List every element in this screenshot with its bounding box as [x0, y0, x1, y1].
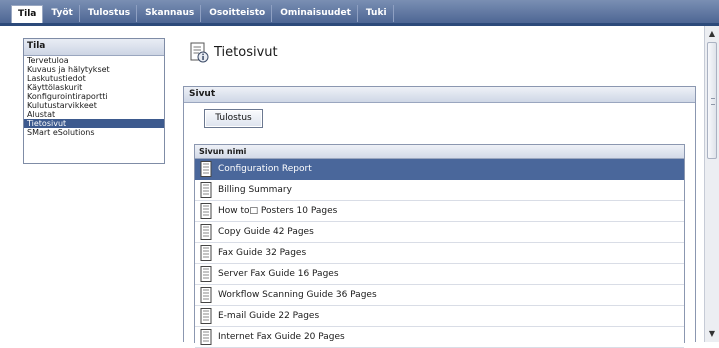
- sidebar-item-tietosivut[interactable]: Tietosivut: [24, 119, 164, 128]
- sidebar-item-laskutustiedot[interactable]: Laskutustiedot: [24, 74, 164, 83]
- tab-list: Tila Työt Tulostus Skannaus Osoitteisto …: [11, 5, 396, 26]
- vertical-scrollbar[interactable]: ▲ ▼: [704, 26, 719, 342]
- section-title: Sivut: [184, 87, 695, 103]
- document-icon: [200, 203, 212, 222]
- tab-tuki[interactable]: Tuki: [360, 5, 394, 22]
- document-icon: [200, 308, 212, 327]
- page-title: Tietosivut: [214, 45, 278, 60]
- table-row[interactable]: Billing Summary: [195, 180, 684, 201]
- sidebar-item-kulutustarvikkeet[interactable]: Kulutustarvikkeet: [24, 101, 164, 110]
- sidebar: Tila Tervetuloa Kuvaus ja hälytykset Las…: [23, 38, 165, 164]
- scroll-up-icon[interactable]: ▲: [706, 28, 718, 40]
- sidebar-item-alustat[interactable]: Alustat: [24, 110, 164, 119]
- table-row[interactable]: Internet Fax Guide 20 Pages: [195, 327, 684, 348]
- sidebar-list: Tervetuloa Kuvaus ja hälytykset Laskutus…: [24, 56, 164, 137]
- document-icon: [200, 224, 212, 243]
- row-label: Server Fax Guide 16 Pages: [218, 269, 339, 279]
- tab-tila[interactable]: Tila: [11, 5, 44, 23]
- document-icon: [200, 287, 212, 306]
- sidebar-item-smart-esolutions[interactable]: SMart eSolutions: [24, 128, 164, 137]
- pages-table: Sivun nimi Configuration Report Billing S…: [194, 144, 685, 348]
- sidebar-item-kayttolaskurit[interactable]: Käyttölaskurit: [24, 83, 164, 92]
- document-icon: [200, 245, 212, 264]
- tab-skannaus[interactable]: Skannaus: [139, 5, 202, 22]
- tab-tulostus[interactable]: Tulostus: [82, 5, 138, 22]
- table-row[interactable]: Fax Guide 32 Pages: [195, 243, 684, 264]
- row-label: How to□ Posters 10 Pages: [218, 206, 338, 216]
- row-label: Internet Fax Guide 20 Pages: [218, 332, 345, 342]
- table-row[interactable]: Copy Guide 42 Pages: [195, 222, 684, 243]
- info-page-icon: [190, 42, 210, 67]
- document-icon: [200, 266, 212, 285]
- table-row[interactable]: Server Fax Guide 16 Pages: [195, 264, 684, 285]
- table-row[interactable]: Workflow Scanning Guide 36 Pages: [195, 285, 684, 306]
- scroll-down-icon[interactable]: ▼: [706, 328, 718, 340]
- row-label: Workflow Scanning Guide 36 Pages: [218, 290, 377, 300]
- row-label: Copy Guide 42 Pages: [218, 227, 314, 237]
- sidebar-item-kuvaus[interactable]: Kuvaus ja hälytykset: [24, 65, 164, 74]
- tab-ominaisuudet[interactable]: Ominaisuudet: [274, 5, 358, 22]
- table-row[interactable]: How to□ Posters 10 Pages: [195, 201, 684, 222]
- sidebar-title: Tila: [24, 39, 164, 56]
- print-button[interactable]: Tulostus: [204, 109, 263, 128]
- top-navigation-bar: Tila Työt Tulostus Skannaus Osoitteisto …: [0, 0, 719, 26]
- document-icon: [200, 182, 212, 201]
- grip-icon: [711, 98, 715, 105]
- document-icon: [200, 161, 212, 180]
- document-icon: [200, 329, 212, 348]
- pages-section: Sivut Tulostus Sivun nimi Configuration …: [183, 86, 696, 348]
- row-label: Billing Summary: [218, 185, 292, 195]
- row-label: Fax Guide 32 Pages: [218, 248, 307, 258]
- tab-osoitteisto[interactable]: Osoitteisto: [203, 5, 273, 22]
- table-row[interactable]: Configuration Report: [195, 159, 684, 180]
- tab-tyot[interactable]: Työt: [45, 5, 80, 22]
- column-header-page-name[interactable]: Sivun nimi: [195, 145, 684, 159]
- table-row[interactable]: E-mail Guide 22 Pages: [195, 306, 684, 327]
- table-body: Configuration Report Billing Summary How t…: [195, 159, 684, 348]
- sidebar-item-tervetuloa[interactable]: Tervetuloa: [24, 56, 164, 65]
- scrollbar-thumb[interactable]: [707, 42, 717, 159]
- row-label: E-mail Guide 22 Pages: [218, 311, 320, 321]
- sidebar-item-konfigurointiraportti[interactable]: Konfigurointiraportti: [24, 92, 164, 101]
- row-label: Configuration Report: [218, 164, 312, 174]
